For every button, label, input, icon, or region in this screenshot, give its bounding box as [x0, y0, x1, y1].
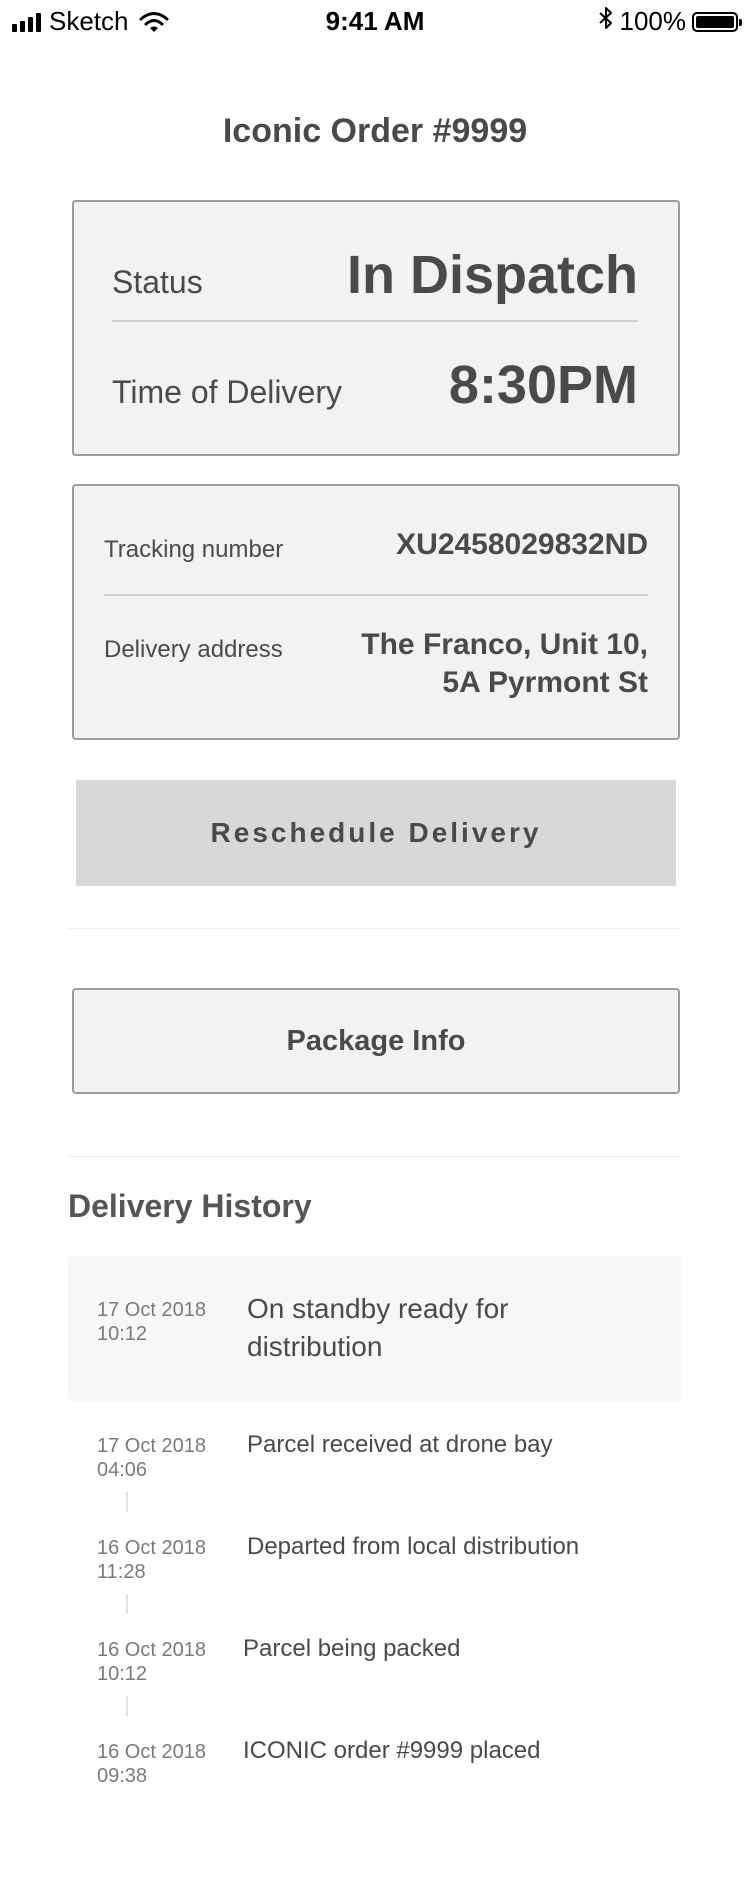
- page-title: Iconic Order #9999: [222, 112, 528, 150]
- timeline-connector: [126, 1696, 128, 1716]
- address-line-1: The Franco, Unit 10,: [361, 628, 648, 661]
- status-value: In Dispatch: [346, 245, 638, 305]
- tracking-card: Tracking number XU2458029832ND Delivery …: [72, 484, 680, 740]
- delivery-history-title: Delivery History: [68, 1188, 312, 1224]
- status-row: Status In Dispatch: [112, 245, 638, 310]
- tracking-divider: [104, 594, 648, 596]
- history-text-line-2: distribution: [247, 1331, 383, 1362]
- history-text: Parcel received at drone bay: [247, 1431, 553, 1458]
- history-time: 09:38: [97, 1765, 148, 1787]
- history-date: 17 Oct 2018: [97, 1299, 206, 1321]
- battery-percent: 100%: [619, 6, 687, 36]
- history-date: 16 Oct 2018: [97, 1741, 206, 1763]
- section-divider: [68, 1156, 682, 1157]
- delivery-time-label: Time of Delivery: [112, 374, 342, 410]
- history-text: Departed from local distribution: [247, 1533, 580, 1560]
- package-info-button[interactable]: Package Info: [72, 988, 680, 1094]
- tracking-number[interactable]: XU2458029832ND: [396, 528, 648, 562]
- status-label: Status: [112, 264, 203, 300]
- history-time: 10:12: [97, 1323, 148, 1345]
- history-time: 10:12: [97, 1663, 148, 1685]
- address-row: Delivery address The Franco, Unit 10, 5A…: [104, 628, 648, 708]
- status-bar: Sketch 9:41 AM 100%: [0, 0, 750, 40]
- history-time: 11:28: [97, 1561, 146, 1583]
- history-time: 04:06: [97, 1459, 148, 1481]
- status-bar-right: 100%: [598, 6, 742, 37]
- status-card: Status In Dispatch Time of Delivery 8:30…: [72, 200, 680, 456]
- bluetooth-icon: [598, 6, 614, 37]
- address-line-2: 5A Pyrmont St: [442, 666, 648, 699]
- history-date: 17 Oct 2018: [97, 1435, 206, 1457]
- status-divider: [112, 320, 638, 322]
- timeline-connector: [126, 1492, 128, 1512]
- battery-icon: [692, 11, 742, 32]
- history-text: ICONIC order #9999 placed: [243, 1737, 541, 1764]
- delivery-time-row: Time of Delivery 8:30PM: [112, 355, 638, 420]
- address-label: Delivery address: [104, 636, 283, 663]
- section-divider: [68, 928, 682, 929]
- timeline-connector: [126, 1594, 128, 1614]
- history-date: 16 Oct 2018: [97, 1537, 206, 1559]
- history-text: On standby ready for: [247, 1293, 509, 1324]
- reschedule-delivery-button[interactable]: Reschedule Delivery: [76, 780, 676, 886]
- tracking-row: Tracking number XU2458029832ND: [104, 528, 648, 568]
- history-date: 16 Oct 2018: [97, 1639, 206, 1661]
- history-text: Parcel being packed: [243, 1635, 461, 1662]
- tracking-label: Tracking number: [104, 536, 284, 563]
- delivery-time-value: 8:30PM: [448, 355, 638, 415]
